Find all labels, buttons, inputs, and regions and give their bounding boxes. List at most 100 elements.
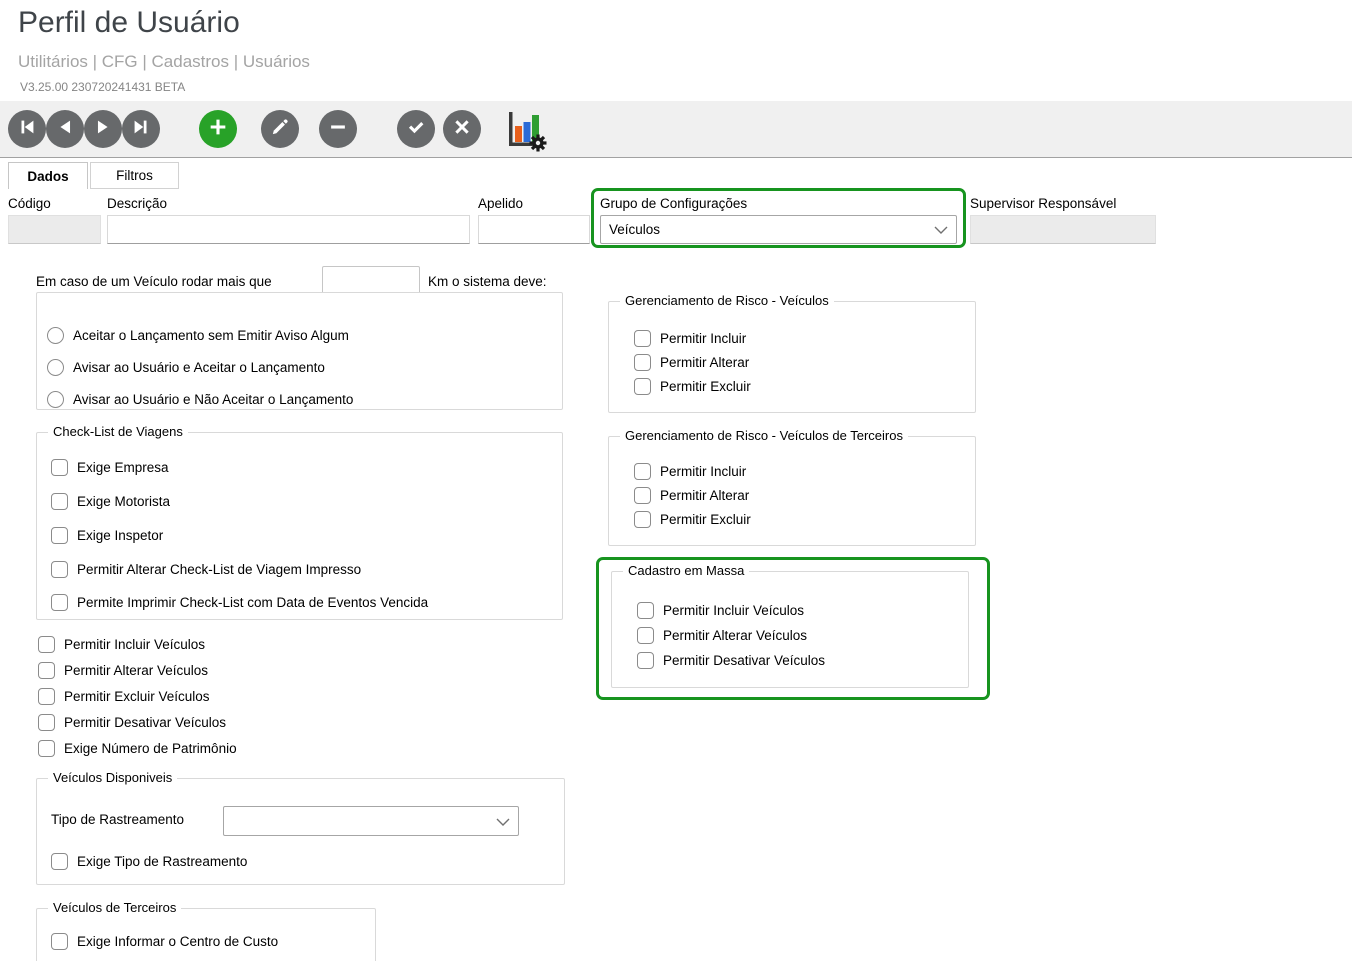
descricao-field[interactable] bbox=[107, 215, 470, 244]
tab-dados[interactable]: Dados bbox=[8, 162, 88, 189]
checkbox-label: Permitir Incluir Veículos bbox=[64, 637, 206, 652]
version-label: V3.25.00 230720241431 BETA bbox=[20, 80, 186, 94]
checkbox-risco-terceiros-excluir[interactable] bbox=[634, 511, 651, 528]
checklist-viagens-groupbox: Check-List de Viagens Exige Empresa Exig… bbox=[36, 424, 563, 620]
checkbox-alterar-checklist[interactable] bbox=[51, 561, 68, 578]
checkbox-risco-incluir[interactable] bbox=[634, 330, 651, 347]
checkbox-exige-inspetor[interactable] bbox=[51, 527, 68, 544]
checkbox-row-massa-incluir[interactable]: Permitir Incluir Veículos bbox=[637, 602, 804, 619]
checkbox-risco-terceiros-incluir[interactable] bbox=[634, 463, 651, 480]
checkbox-label: Permitir Excluir bbox=[660, 512, 751, 527]
tipo-rastreamento-label: Tipo de Rastreamento bbox=[51, 812, 185, 827]
checkbox-row-risco-terceiros-incluir[interactable]: Permitir Incluir bbox=[634, 463, 746, 480]
checkbox-imprimir-checklist[interactable] bbox=[51, 594, 68, 611]
cancel-button[interactable] bbox=[443, 110, 481, 148]
tab-filtros[interactable]: Filtros bbox=[90, 162, 179, 189]
cancel-icon bbox=[451, 116, 473, 143]
radio-aceitar-lancamento[interactable] bbox=[47, 327, 64, 344]
checkbox-incluir-veiculos[interactable] bbox=[38, 636, 55, 653]
radio-label: Avisar ao Usuário e Não Aceitar o Lançam… bbox=[73, 392, 354, 407]
checkbox-row-exige-patrimonio[interactable]: Exige Número de Patrimônio bbox=[38, 740, 237, 757]
radio-avisar-aceitar[interactable] bbox=[47, 359, 64, 376]
confirm-icon bbox=[405, 116, 427, 143]
radio-row-avisar-nao-aceitar[interactable]: Avisar ao Usuário e Não Aceitar o Lançam… bbox=[47, 391, 353, 408]
checkbox-row-massa-alterar[interactable]: Permitir Alterar Veículos bbox=[637, 627, 807, 644]
supervisor-field bbox=[970, 215, 1156, 244]
codigo-field bbox=[8, 215, 101, 244]
chart-settings-button[interactable] bbox=[502, 107, 548, 153]
checkbox-massa-incluir[interactable] bbox=[637, 602, 654, 619]
checkbox-row-excluir-veiculos[interactable]: Permitir Excluir Veículos bbox=[38, 688, 210, 705]
veiculos-disponiveis-groupbox: Veículos Disponiveis Tipo de Rastreament… bbox=[36, 770, 565, 885]
km-rule-prefix: Em caso de um Veículo rodar mais que bbox=[36, 274, 272, 289]
edit-button[interactable] bbox=[261, 110, 299, 148]
checkbox-label: Permitir Excluir bbox=[660, 379, 751, 394]
checkbox-row-alterar-checklist[interactable]: Permitir Alterar Check-List de Viagem Im… bbox=[51, 561, 361, 578]
radio-label: Aceitar o Lançamento sem Emitir Aviso Al… bbox=[73, 328, 349, 343]
checkbox-row-massa-desativar[interactable]: Permitir Desativar Veículos bbox=[637, 652, 825, 669]
checkbox-row-risco-terceiros-alterar[interactable]: Permitir Alterar bbox=[634, 487, 749, 504]
checkbox-row-alterar-veiculos[interactable]: Permitir Alterar Veículos bbox=[38, 662, 208, 679]
checkbox-label: Permitir Incluir bbox=[660, 331, 747, 346]
confirm-button[interactable] bbox=[397, 110, 435, 148]
checkbox-row-risco-terceiros-excluir[interactable]: Permitir Excluir bbox=[634, 511, 751, 528]
descricao-label: Descrição bbox=[107, 196, 168, 211]
checkbox-massa-desativar[interactable] bbox=[637, 652, 654, 669]
checkbox-exige-empresa[interactable] bbox=[51, 459, 68, 476]
first-record-button[interactable] bbox=[8, 110, 46, 148]
checkbox-label: Permitir Incluir bbox=[660, 464, 747, 479]
checkbox-label: Permitir Alterar bbox=[660, 355, 750, 370]
checkbox-row-desativar-veiculos[interactable]: Permitir Desativar Veículos bbox=[38, 714, 226, 731]
checkbox-row-centro-custo[interactable]: Exige Informar o Centro de Custo bbox=[51, 933, 278, 950]
checkbox-row-risco-alterar[interactable]: Permitir Alterar bbox=[634, 354, 749, 371]
checkbox-exige-rastreamento[interactable] bbox=[51, 853, 68, 870]
grupo-configuracoes-value: Veículos bbox=[609, 222, 661, 237]
chevron-down-icon bbox=[496, 814, 510, 829]
add-button[interactable] bbox=[199, 110, 237, 148]
supervisor-label: Supervisor Responsável bbox=[970, 196, 1117, 211]
checkbox-row-exige-rastreamento[interactable]: Exige Tipo de Rastreamento bbox=[51, 853, 247, 870]
checkbox-label: Exige Motorista bbox=[77, 494, 171, 509]
checkbox-risco-terceiros-alterar[interactable] bbox=[634, 487, 651, 504]
remove-button[interactable] bbox=[319, 110, 357, 148]
apelido-field[interactable] bbox=[478, 215, 590, 244]
radio-avisar-nao-aceitar[interactable] bbox=[47, 391, 64, 408]
grupo-configuracoes-select[interactable]: Veículos bbox=[600, 215, 957, 244]
checkbox-label: Exige Número de Patrimônio bbox=[64, 741, 237, 756]
risco-terceiros-legend: Gerenciamento de Risco - Veículos de Ter… bbox=[620, 428, 908, 443]
apelido-label: Apelido bbox=[478, 196, 524, 211]
radio-row-aceitar[interactable]: Aceitar o Lançamento sem Emitir Aviso Al… bbox=[47, 327, 349, 344]
next-record-icon bbox=[92, 116, 114, 143]
perfil-de-usuario-window: Perfil de Usuário Utilitários | CFG | Ca… bbox=[0, 0, 1352, 961]
checkbox-massa-alterar[interactable] bbox=[637, 627, 654, 644]
checkbox-risco-alterar[interactable] bbox=[634, 354, 651, 371]
checkbox-row-exige-empresa[interactable]: Exige Empresa bbox=[51, 459, 169, 476]
last-record-icon bbox=[130, 116, 152, 143]
cadastro-massa-groupbox: Cadastro em Massa Permitir Incluir Veícu… bbox=[611, 563, 969, 688]
checkbox-row-exige-motorista[interactable]: Exige Motorista bbox=[51, 493, 170, 510]
checkbox-row-risco-excluir[interactable]: Permitir Excluir bbox=[634, 378, 751, 395]
km-threshold-field[interactable] bbox=[322, 266, 420, 295]
checkbox-exige-motorista[interactable] bbox=[51, 493, 68, 510]
risco-veiculos-legend: Gerenciamento de Risco - Veículos bbox=[620, 293, 834, 308]
checkbox-alterar-veiculos[interactable] bbox=[38, 662, 55, 679]
checkbox-excluir-veiculos[interactable] bbox=[38, 688, 55, 705]
previous-record-button[interactable] bbox=[46, 110, 84, 148]
chevron-down-icon bbox=[934, 222, 948, 237]
checkbox-exige-patrimonio[interactable] bbox=[38, 740, 55, 757]
checkbox-row-exige-inspetor[interactable]: Exige Inspetor bbox=[51, 527, 163, 544]
page-title: Perfil de Usuário bbox=[18, 6, 240, 39]
km-rule-suffix: Km o sistema deve: bbox=[428, 274, 547, 289]
next-record-button[interactable] bbox=[84, 110, 122, 148]
veiculos-terceiros-groupbox: Veículos de Terceiros Exige Informar o C… bbox=[36, 900, 376, 961]
checkbox-row-imprimir-checklist[interactable]: Permite Imprimir Check-List com Data de … bbox=[51, 594, 428, 611]
checkbox-desativar-veiculos[interactable] bbox=[38, 714, 55, 731]
checkbox-row-risco-incluir[interactable]: Permitir Incluir bbox=[634, 330, 746, 347]
radio-row-avisar-aceitar[interactable]: Avisar ao Usuário e Aceitar o Lançamento bbox=[47, 359, 325, 376]
last-record-button[interactable] bbox=[122, 110, 160, 148]
checkbox-centro-custo[interactable] bbox=[51, 933, 68, 950]
checkbox-row-incluir-veiculos[interactable]: Permitir Incluir Veículos bbox=[38, 636, 205, 653]
tipo-rastreamento-select[interactable] bbox=[223, 806, 519, 836]
checkbox-risco-excluir[interactable] bbox=[634, 378, 651, 395]
grupo-configuracoes-label: Grupo de Configurações bbox=[600, 196, 748, 211]
